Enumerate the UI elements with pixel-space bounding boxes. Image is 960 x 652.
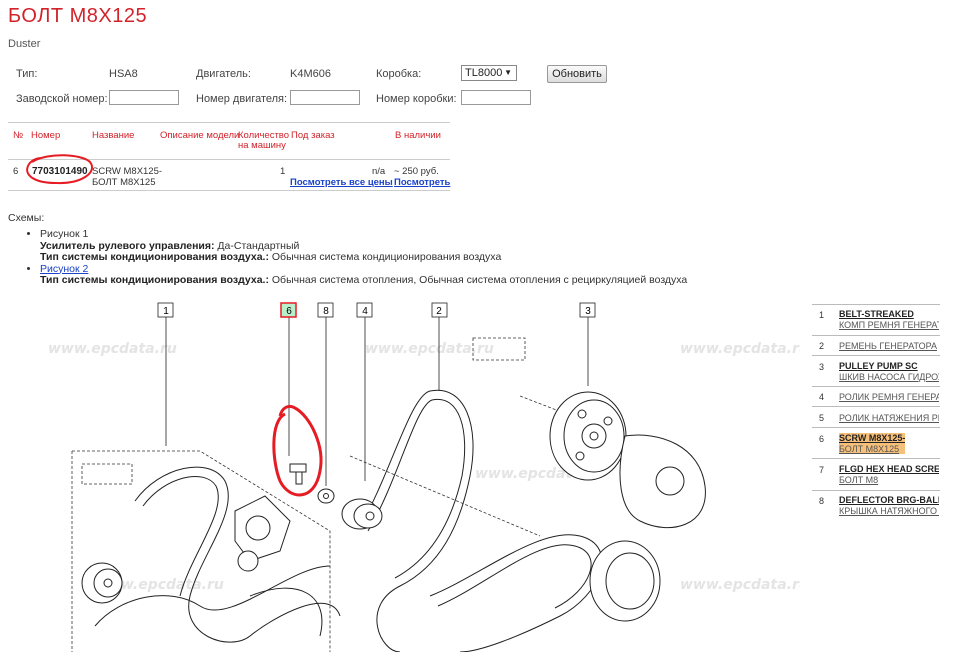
schemes-label: Схемы: [8,212,45,224]
schemes-list: Рисунок 1 Усилитель рулевого управления:… [22,228,687,287]
legend-row[interactable]: 2 РЕМЕНЬ ГЕНЕРАТОРА [812,335,940,356]
table-divider [8,190,450,191]
callout-label: 8 [323,306,329,317]
parts-diagram[interactable]: www.epcdata.ru www.epcdata.ru www.epcdat… [0,296,800,652]
legend-row[interactable]: 3 PULLEY PUMP SC ШКИВ НАСОСА ГИДРОУ [812,355,940,387]
view-all-prices-link[interactable]: Посмотреть все цены [290,177,393,188]
gearbox-select-value: TL8000 [465,67,503,79]
watermark: www.epcdata.ru [365,341,494,357]
legend-row[interactable]: 1 BELT-STREAKED КОМП РЕМНЯ ГЕНЕРАТ [812,304,940,336]
row-order-value: n/a [372,166,386,177]
row-name: SCRW M8X125- БОЛТ M8X125 [92,166,163,188]
type-value: HSA8 [109,68,138,80]
col-header-order: Под заказ [291,130,335,141]
callout-label: 2 [436,306,442,317]
table-divider [8,122,450,123]
callout-label: 4 [362,306,368,317]
callout-label: 3 [585,306,591,317]
factory-number-label: Заводской номер: [16,93,108,105]
chevron-down-icon: ▼ [504,68,512,77]
type-label: Тип: [16,68,38,80]
legend-row[interactable]: 8 DEFLECTOR BRG-BALL КРЫШКА НАТЯЖНОГО Р [812,490,940,521]
callout-label: 1 [163,306,169,317]
col-header-desc: Описание модели [160,130,240,141]
col-header-part-no: Номер [31,130,61,141]
update-button[interactable]: Обновить [547,65,607,83]
scheme-title: Рисунок 1 [40,228,89,240]
factory-number-input[interactable] [109,90,179,105]
page-subtitle: Duster [8,38,41,50]
gearbox-number-label: Номер коробки: [376,93,457,105]
view-stock-link[interactable]: Посмотреть [394,177,450,188]
col-header-qty: Количество на машину [238,130,290,151]
page-title: БОЛТ M8X125 [8,5,148,27]
gearbox-select[interactable]: TL8000 ▼ [461,65,517,81]
highlight-circle-annotation [26,154,93,185]
gearbox-number-input[interactable] [461,90,531,105]
legend-row-active[interactable]: 6 SCRW M8X125- БОЛТ M8X125 [812,427,940,459]
engine-value: K4M606 [290,68,331,80]
scheme-item: Рисунок 2 Тип системы кондиционирования … [40,263,687,287]
watermark: www.epcdata.ru [48,341,177,357]
legend-row[interactable]: 4 РОЛИК РЕМНЯ ГЕНЕРА [812,386,940,407]
callout-label: 6 [286,306,292,317]
engine-number-input[interactable] [290,90,360,105]
col-header-name: Название [92,130,135,141]
watermark: www.epcdata.ru [680,577,800,593]
watermark: www.epcdata.ru [680,341,800,357]
row-qty: 1 [280,166,286,177]
legend-row[interactable]: 7 FLGD HEX HEAD SCRE БОЛТ M8 [812,458,940,491]
gearbox-label: Коробка: [376,68,422,80]
engine-label: Двигатель: [196,68,251,80]
row-stock-value: ~ 250 руб. [394,166,439,177]
engine-number-label: Номер двигателя: [196,93,288,105]
scheme-item: Рисунок 1 Усилитель рулевого управления:… [40,228,687,264]
row-num: 6 [13,166,19,177]
col-header-stock: В наличии [395,130,441,141]
scheme-link[interactable]: Рисунок 2 [40,263,88,275]
legend-row[interactable]: 5 РОЛИК НАТЯЖЕНИЯ РЕ [812,406,940,428]
col-header-num: № [13,130,24,141]
